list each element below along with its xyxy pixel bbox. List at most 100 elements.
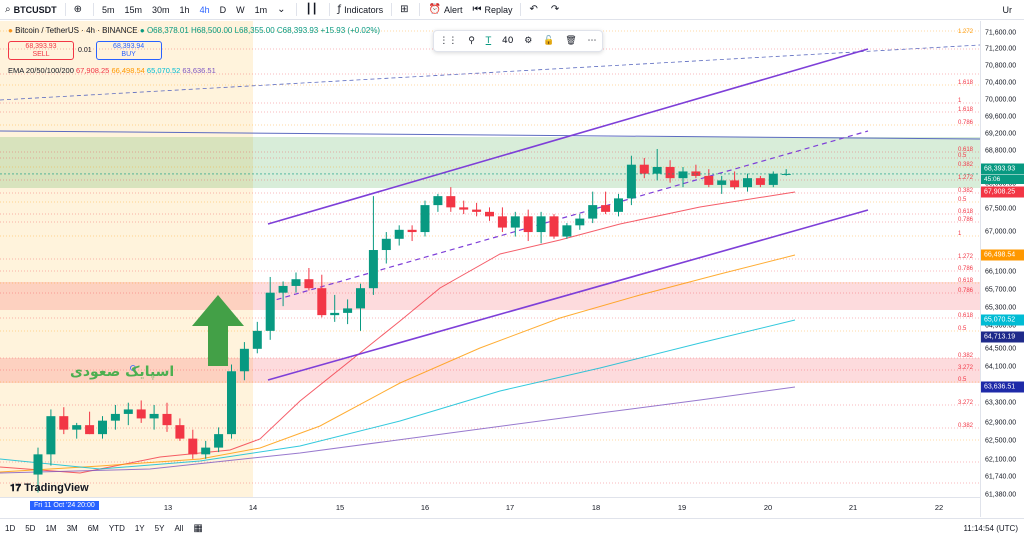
candle-body[interactable] bbox=[665, 166, 675, 179]
spike-annotation[interactable]: اسپایک صعودی bbox=[70, 364, 174, 380]
candle-body[interactable] bbox=[652, 166, 662, 174]
candle-body[interactable] bbox=[265, 292, 275, 331]
range-5d[interactable]: 5D bbox=[20, 524, 40, 533]
sell-button[interactable]: 68,393.93 SELL bbox=[8, 41, 74, 60]
candle-body[interactable] bbox=[72, 425, 82, 430]
candle-body[interactable] bbox=[394, 229, 404, 239]
candle-body[interactable] bbox=[407, 229, 417, 233]
candle-body[interactable] bbox=[485, 211, 494, 217]
candle-body[interactable] bbox=[562, 225, 572, 237]
candle-body[interactable] bbox=[46, 416, 56, 455]
range-3m[interactable]: 3M bbox=[62, 524, 83, 533]
candle-body[interactable] bbox=[162, 413, 172, 426]
candle-body[interactable] bbox=[549, 216, 559, 237]
candle-body[interactable] bbox=[227, 371, 236, 435]
symbol-search[interactable]: ⌕ BTCUSDT bbox=[0, 0, 62, 20]
candle-body[interactable] bbox=[252, 330, 262, 349]
lock-icon[interactable]: 🔓 bbox=[543, 36, 554, 46]
candle-body[interactable] bbox=[639, 164, 649, 174]
candle-body[interactable] bbox=[356, 288, 365, 309]
interval-dropdown[interactable]: ⌄ bbox=[272, 0, 293, 20]
candle-body[interactable] bbox=[614, 198, 623, 212]
buy-button[interactable]: 68,393.94 BUY bbox=[95, 41, 162, 60]
undo-button[interactable]: ↶ bbox=[524, 0, 545, 20]
candle-body[interactable] bbox=[575, 218, 585, 226]
interval-1m[interactable]: 1m bbox=[250, 0, 273, 20]
redo-button[interactable]: ↷ bbox=[546, 0, 567, 20]
candle-body[interactable] bbox=[188, 438, 198, 455]
line-width-value[interactable]: 40 bbox=[502, 36, 513, 46]
candle-body[interactable] bbox=[497, 216, 507, 228]
range-1y[interactable]: 1Y bbox=[130, 524, 150, 533]
range-6m[interactable]: 6M bbox=[83, 524, 104, 533]
candle-body[interactable] bbox=[472, 209, 482, 212]
candle-body[interactable] bbox=[743, 178, 752, 188]
green-zone[interactable] bbox=[0, 137, 980, 188]
ema-legend[interactable]: EMA 20/50/100/200 67,908.25 66,498.54 65… bbox=[8, 66, 216, 75]
replay-button[interactable]: ⏮ Replay bbox=[467, 0, 517, 20]
candle-body[interactable] bbox=[201, 447, 211, 455]
interval-30m[interactable]: 30m bbox=[147, 0, 175, 20]
last-price-badge[interactable]: 68,393.93 bbox=[981, 163, 1024, 175]
channel-upper-line[interactable] bbox=[267, 48, 869, 225]
chart-type-button[interactable]: ┃┃ bbox=[300, 0, 325, 20]
candle-body[interactable] bbox=[330, 312, 340, 316]
candle-body[interactable] bbox=[433, 196, 443, 206]
candle-body[interactable] bbox=[136, 409, 146, 419]
candle-body[interactable] bbox=[626, 164, 636, 199]
line-color-icon[interactable]: T bbox=[486, 36, 492, 46]
candle-body[interactable] bbox=[278, 285, 288, 293]
chart-pane[interactable]: 1.618 1 1.618 0.786 0.618 0.5 0.382 1.272 0.382 0… bbox=[0, 21, 980, 517]
clock-label[interactable]: 11:14:54 (UTC) bbox=[963, 524, 1018, 533]
candle-body[interactable] bbox=[149, 413, 159, 419]
candle-body[interactable] bbox=[291, 279, 301, 286]
candle-body[interactable] bbox=[768, 173, 778, 185]
price-axis[interactable]: 71,600.00 71,200.00 70,800.00 70,400.00 … bbox=[980, 21, 1024, 517]
candle-body[interactable] bbox=[717, 180, 727, 185]
trash-icon[interactable]: 🗑 bbox=[565, 36, 576, 46]
top-right-label[interactable]: Ur bbox=[1003, 5, 1013, 15]
interval-d[interactable]: D bbox=[215, 0, 232, 20]
candle-body[interactable] bbox=[755, 178, 765, 185]
settings-icon[interactable]: ⚙ bbox=[524, 36, 532, 46]
more-icon[interactable]: ⋯ bbox=[587, 36, 596, 46]
interval-15m[interactable]: 15m bbox=[120, 0, 148, 20]
range-all[interactable]: All bbox=[169, 524, 188, 533]
chart-canvas[interactable]: 1.618 1 1.618 0.786 0.618 0.5 0.382 1.272 0.382 0… bbox=[0, 21, 980, 497]
candle-body[interactable] bbox=[33, 454, 43, 475]
interval-1h[interactable]: 1h bbox=[175, 0, 195, 20]
candle-body[interactable] bbox=[601, 205, 611, 212]
candle-body[interactable] bbox=[214, 434, 224, 448]
candle-body[interactable] bbox=[239, 348, 249, 372]
candle-body[interactable] bbox=[523, 216, 533, 233]
candle-body[interactable] bbox=[317, 288, 327, 316]
candle-body[interactable] bbox=[343, 308, 353, 313]
candle-body[interactable] bbox=[368, 250, 378, 289]
range-1d[interactable]: 1D bbox=[0, 524, 20, 533]
candle-body[interactable] bbox=[381, 238, 391, 251]
candle-body[interactable] bbox=[704, 175, 714, 185]
candle-body[interactable] bbox=[459, 207, 469, 210]
candle-body[interactable] bbox=[420, 205, 430, 233]
range-5y[interactable]: 5Y bbox=[150, 524, 170, 533]
candle-body[interactable] bbox=[110, 413, 120, 421]
tradingview-logo[interactable]: 𝟏𝟕 TradingView bbox=[10, 482, 89, 494]
date-range-button[interactable]: ▦ bbox=[188, 523, 210, 534]
candle-body[interactable] bbox=[98, 420, 107, 435]
template-icon[interactable]: ⚲ bbox=[468, 36, 475, 46]
candle-body[interactable] bbox=[510, 216, 520, 228]
interval-5m[interactable]: 5m bbox=[97, 0, 120, 20]
candle-body[interactable] bbox=[175, 425, 185, 439]
candle-body[interactable] bbox=[588, 205, 598, 219]
candle-body[interactable] bbox=[678, 171, 688, 179]
candle-body[interactable] bbox=[730, 180, 740, 188]
candle-body[interactable] bbox=[536, 216, 546, 233]
red-zone-upper[interactable] bbox=[0, 282, 980, 310]
candle-body[interactable] bbox=[446, 196, 456, 208]
candle-body[interactable] bbox=[123, 409, 133, 414]
range-ytd[interactable]: YTD bbox=[104, 524, 130, 533]
layouts-button[interactable]: ⊞ bbox=[395, 0, 416, 20]
interval-w[interactable]: W bbox=[231, 0, 250, 20]
range-1m[interactable]: 1M bbox=[40, 524, 61, 533]
candle-body[interactable] bbox=[85, 425, 95, 435]
